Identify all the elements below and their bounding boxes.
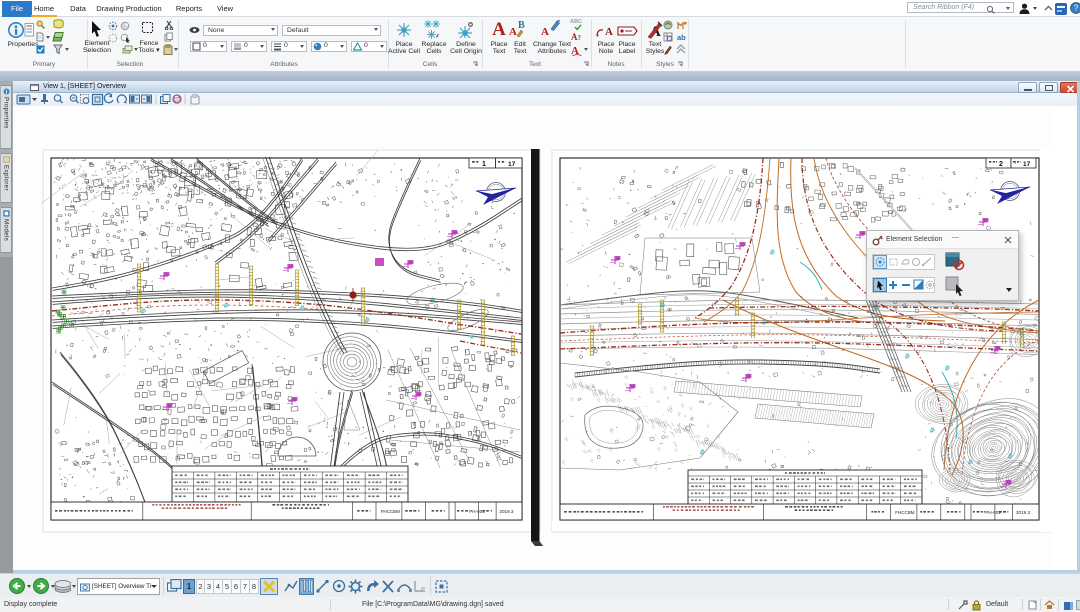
svg-text:?: ? xyxy=(1074,4,1079,13)
svg-text:17: 17 xyxy=(1023,161,1031,168)
svg-text:2: 2 xyxy=(999,161,1003,168)
svg-text:FHCCBM: FHCCBM xyxy=(381,509,400,514)
svg-text:1: 1 xyxy=(482,161,486,168)
svg-text:2019.3: 2019.3 xyxy=(499,509,513,514)
svg-text:2019.3: 2019.3 xyxy=(1016,510,1030,515)
svg-text:A: A xyxy=(605,26,613,37)
svg-text:17: 17 xyxy=(508,161,516,168)
svg-text:FHCCBM: FHCCBM xyxy=(895,510,914,515)
